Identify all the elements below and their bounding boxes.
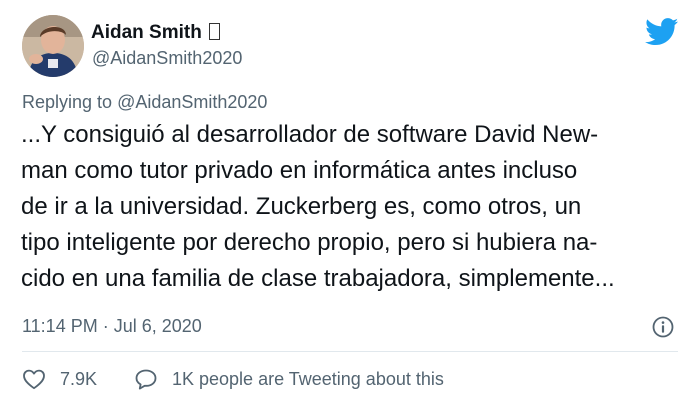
like-button[interactable]: 7.9K (22, 367, 97, 391)
twitter-bird-icon[interactable] (645, 18, 679, 46)
heart-icon (23, 369, 45, 390)
author-name[interactable]: Aidan Smith (91, 22, 220, 44)
conversation-link[interactable]: 1K people are Tweeting about this (134, 367, 444, 391)
tweet-card: Aidan Smith @AidanSmith2020 Replying to … (0, 0, 700, 406)
author-name-text: Aidan Smith (91, 22, 202, 43)
replying-to: Replying to @AidanSmith2020 (22, 92, 267, 113)
author-handle[interactable]: @AidanSmith2020 (92, 48, 242, 69)
tweet-timestamp[interactable]: 11:14 PM · Jul 6, 2020 (22, 316, 202, 337)
avatar-image (22, 15, 84, 77)
replying-to-handle[interactable]: @AidanSmith2020 (117, 92, 267, 112)
divider (22, 351, 678, 352)
conversation-text: 1K people are Tweeting about this (172, 368, 444, 389)
tweet-text-line: de ir a la universidad. Zuckerberg es, c… (21, 193, 582, 220)
speech-bubble-icon (135, 369, 157, 390)
tweet-text-line: ...Y consiguió al desarrollador de softw… (21, 121, 599, 148)
tweet-text-line: man como tutor privado en informática an… (21, 157, 578, 184)
avatar[interactable] (22, 15, 84, 77)
like-count: 7.9K (60, 368, 98, 389)
replying-to-prefix: Replying to (22, 92, 118, 112)
tweet-text: ...Y consiguió al desarrollador de softw… (21, 117, 681, 297)
tweet-text-line: tipo inteligente por derecho propio, per… (21, 229, 598, 256)
tweet-text-line: cido en una familia de clase trabajadora… (21, 265, 615, 292)
info-icon[interactable] (651, 315, 675, 339)
missing-glyph-icon (208, 23, 220, 40)
